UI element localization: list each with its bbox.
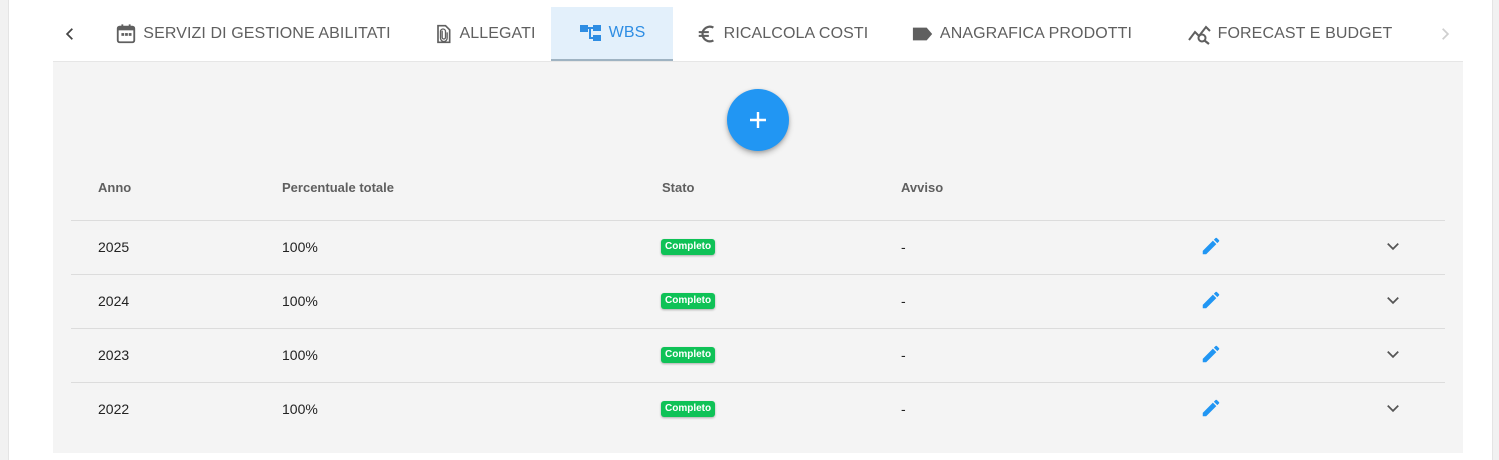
cell-percentuale: 100%	[282, 239, 318, 255]
table-row: 2024 100% Completo -	[71, 274, 1445, 329]
tab-label: RICALCOLA COSTI	[723, 25, 869, 42]
pencil-icon	[1202, 237, 1220, 255]
tab-label: SERVIZI DI GESTIONE ABILITATI	[143, 25, 391, 42]
status-badge: Completo	[661, 401, 716, 417]
tab-bar: SERVIZI DI GESTIONE ABILITATI ALLEGATI W…	[52, 7, 1463, 61]
pencil-icon	[1202, 345, 1220, 363]
chart-search-icon	[1187, 25, 1211, 45]
chevron-down-icon	[1387, 297, 1399, 305]
edit-button[interactable]	[1198, 341, 1224, 367]
tab-label: WBS	[608, 24, 646, 41]
cell-percentuale: 100%	[282, 347, 318, 363]
header-avviso: Avviso	[901, 180, 944, 195]
tab-allegati[interactable]: ALLEGATI	[418, 7, 551, 61]
status-badge: Completo	[661, 347, 716, 363]
pencil-icon	[1202, 399, 1220, 417]
tab-label: ALLEGATI	[459, 25, 536, 42]
cell-anno: 2023	[98, 347, 130, 363]
tab-wbs[interactable]: WBS	[551, 7, 673, 61]
status-badge: Completo	[661, 239, 716, 255]
tab-forecast-budget[interactable]: FORECAST E BUDGET	[1153, 7, 1427, 61]
cell-avviso: -	[901, 401, 906, 417]
attachment-icon	[437, 24, 451, 44]
edit-button[interactable]	[1198, 287, 1224, 313]
cell-avviso: -	[901, 347, 906, 363]
table-row: 2022 100% Completo -	[71, 382, 1445, 436]
edit-button[interactable]	[1198, 395, 1224, 421]
chevron-right-icon	[1442, 28, 1450, 40]
cell-percentuale: 100%	[282, 293, 318, 309]
chevron-down-icon	[1387, 405, 1399, 413]
header-percentuale-totale: Percentuale totale	[282, 180, 394, 195]
cell-avviso: -	[901, 293, 906, 309]
header-anno: Anno	[98, 180, 132, 195]
chevron-down-icon	[1387, 351, 1399, 359]
status-badge: Completo	[661, 293, 716, 309]
cell-percentuale: 100%	[282, 401, 318, 417]
calendar-icon	[117, 24, 136, 44]
tabs-scroll-right-button[interactable]	[1427, 7, 1463, 61]
chevron-down-icon	[1387, 243, 1399, 251]
tab-servizi-gestione-abilitati[interactable]: SERVIZI DI GESTIONE ABILITATI	[88, 7, 418, 61]
add-wbs-button[interactable]	[727, 89, 789, 151]
euro-icon	[698, 25, 714, 43]
tab-label: ANAGRAFICA PRODOTTI	[939, 25, 1133, 42]
wbs-panel: Anno Percentuale totale Stato Avviso 202…	[53, 61, 1463, 453]
tab-label: FORECAST E BUDGET	[1217, 25, 1393, 42]
table-header: Anno Percentuale totale Stato Avviso	[71, 162, 1445, 221]
table-row: 2025 100% Completo -	[71, 220, 1445, 275]
label-icon	[912, 27, 933, 41]
tab-ricalcola-costi[interactable]: RICALCOLA COSTI	[673, 7, 891, 61]
cell-avviso: -	[901, 239, 906, 255]
tabs-scroll-left-button[interactable]	[52, 7, 88, 61]
header-stato: Stato	[662, 180, 695, 195]
hierarchy-icon	[579, 25, 601, 41]
chevron-left-icon	[65, 28, 73, 40]
table-row: 2023 100% Completo -	[71, 328, 1445, 383]
expand-row-button[interactable]	[1380, 395, 1406, 421]
cell-anno: 2022	[98, 401, 130, 417]
expand-row-button[interactable]	[1380, 287, 1406, 313]
plus-icon	[750, 112, 766, 128]
cell-anno: 2025	[98, 239, 130, 255]
edit-button[interactable]	[1198, 233, 1224, 259]
pencil-icon	[1202, 291, 1220, 309]
expand-row-button[interactable]	[1380, 341, 1406, 367]
tab-anagrafica-prodotti[interactable]: ANAGRAFICA PRODOTTI	[891, 7, 1153, 61]
expand-row-button[interactable]	[1380, 233, 1406, 259]
cell-anno: 2024	[98, 293, 130, 309]
